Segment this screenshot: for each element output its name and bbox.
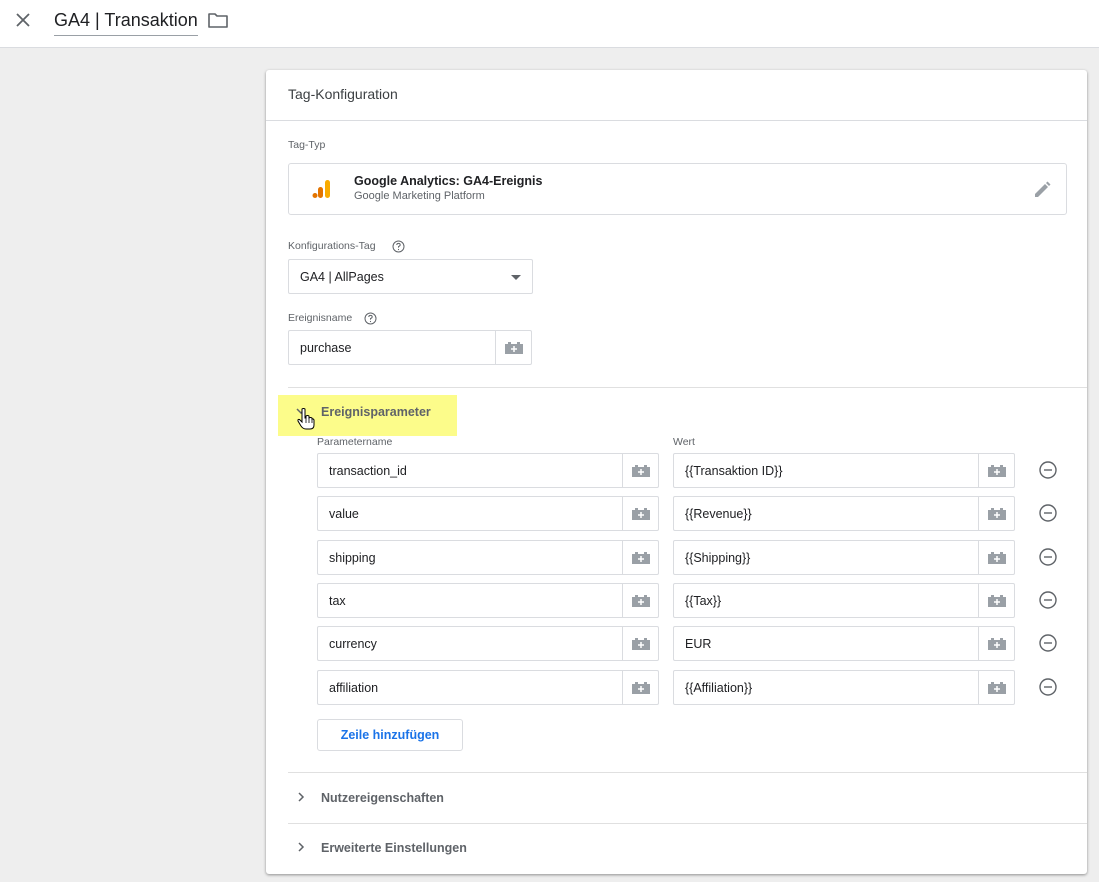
variable-picker-button[interactable]	[978, 671, 1014, 704]
minus-circle-icon[interactable]	[1038, 590, 1058, 610]
param-value-value: EUR	[685, 637, 712, 651]
chevron-right-icon	[298, 792, 305, 802]
param-name-input[interactable]: transaction_id	[317, 453, 659, 488]
param-name-input[interactable]: affiliation	[317, 670, 659, 705]
variable-picker-button[interactable]	[622, 671, 658, 704]
section-divider	[288, 772, 1087, 773]
param-name-input[interactable]: value	[317, 496, 659, 531]
variable-brick-icon	[631, 551, 650, 564]
variable-picker-button[interactable]	[978, 541, 1014, 574]
variable-picker-button[interactable]	[495, 331, 531, 364]
minus-circle-icon[interactable]	[1038, 677, 1058, 697]
advanced-settings-label: Erweiterte Einstellungen	[321, 841, 467, 855]
variable-brick-icon	[987, 637, 1006, 650]
chevron-right-icon	[298, 842, 305, 852]
user-properties-label: Nutzereigenschaften	[321, 791, 444, 805]
event-name-label: Ereignisname	[288, 312, 353, 324]
param-name-value: shipping	[329, 551, 376, 565]
variable-brick-icon	[631, 464, 650, 477]
minus-circle-icon[interactable]	[1038, 460, 1058, 480]
variable-brick-icon	[987, 681, 1006, 694]
param-name-input[interactable]: currency	[317, 626, 659, 661]
tag-type-subtitle: Google Marketing Platform	[354, 190, 485, 202]
config-tag-value: GA4 | AllPages	[300, 270, 384, 284]
section-divider	[288, 823, 1087, 824]
config-tag-label: Konfigurations-Tag	[288, 240, 376, 252]
config-tag-select[interactable]: GA4 | AllPages	[288, 259, 533, 294]
help-circle-icon[interactable]	[392, 240, 405, 253]
hand-pointer-icon	[297, 408, 315, 430]
card-title: Tag-Konfiguration	[288, 86, 398, 102]
tag-type-name: Google Analytics: GA4-Ereignis	[354, 174, 543, 188]
tag-type-label: Tag-Typ	[288, 139, 326, 151]
variable-picker-button[interactable]	[622, 627, 658, 660]
param-name-input[interactable]: tax	[317, 583, 659, 618]
event-name-input[interactable]: purchase	[288, 330, 532, 365]
param-value-input[interactable]: {{Affiliation}}	[673, 670, 1015, 705]
tag-configuration-card: Tag-Konfiguration Tag-Typ Google Analyti…	[266, 70, 1087, 874]
param-name-input[interactable]: shipping	[317, 540, 659, 575]
variable-picker-button[interactable]	[978, 627, 1014, 660]
variable-picker-button[interactable]	[978, 497, 1014, 530]
variable-picker-button[interactable]	[622, 541, 658, 574]
variable-brick-icon	[631, 637, 650, 650]
param-value-value: {{Tax}}	[685, 594, 722, 608]
variable-picker-button[interactable]	[622, 497, 658, 530]
tag-type-selector[interactable]: Google Analytics: GA4-Ereignis Google Ma…	[288, 163, 1067, 215]
minus-circle-icon[interactable]	[1038, 547, 1058, 567]
param-name-value: value	[329, 507, 359, 521]
param-value-input[interactable]: {{Tax}}	[673, 583, 1015, 618]
param-value-input[interactable]: EUR	[673, 626, 1015, 661]
param-value-value: {{Revenue}}	[685, 507, 752, 521]
pencil-icon[interactable]	[1032, 180, 1052, 200]
col-value-label: Wert	[673, 436, 695, 448]
variable-picker-button[interactable]	[622, 584, 658, 617]
event-params-label: Ereignisparameter	[321, 405, 431, 419]
card-header: Tag-Konfiguration	[266, 70, 1087, 121]
close-icon[interactable]	[12, 9, 34, 31]
variable-brick-icon	[987, 594, 1006, 607]
variable-brick-icon	[987, 551, 1006, 564]
variable-picker-button[interactable]	[622, 454, 658, 487]
param-value-value: {{Shipping}}	[685, 551, 751, 565]
variable-brick-icon	[631, 507, 650, 520]
variable-brick-icon	[987, 507, 1006, 520]
help-circle-icon[interactable]	[364, 312, 377, 325]
variable-picker-button[interactable]	[978, 454, 1014, 487]
param-value-input[interactable]: {{Transaktion ID}}	[673, 453, 1015, 488]
param-value-value: {{Affiliation}}	[685, 681, 753, 695]
param-value-input[interactable]: {{Shipping}}	[673, 540, 1015, 575]
param-value-value: {{Transaktion ID}}	[685, 464, 783, 478]
variable-brick-icon	[631, 681, 650, 694]
event-name-value: purchase	[300, 341, 352, 355]
param-name-value: currency	[329, 637, 377, 651]
section-divider	[288, 387, 1087, 388]
folder-icon[interactable]	[207, 10, 229, 30]
variable-brick-icon	[987, 464, 1006, 477]
col-param-name-label: Parametername	[317, 436, 393, 448]
dropdown-arrow-icon	[511, 275, 521, 280]
minus-circle-icon[interactable]	[1038, 503, 1058, 523]
minus-circle-icon[interactable]	[1038, 633, 1058, 653]
top-bar: GA4 | Transaktion	[0, 0, 1099, 48]
param-name-value: transaction_id	[329, 464, 407, 478]
param-name-value: tax	[329, 594, 346, 608]
variable-brick-icon	[504, 341, 523, 354]
analytics-bars-icon	[312, 180, 330, 198]
add-row-button[interactable]: Zeile hinzufügen	[317, 719, 463, 751]
param-value-input[interactable]: {{Revenue}}	[673, 496, 1015, 531]
variable-picker-button[interactable]	[978, 584, 1014, 617]
param-name-value: affiliation	[329, 681, 379, 695]
tag-title-input[interactable]: GA4 | Transaktion	[54, 9, 198, 36]
variable-brick-icon	[631, 594, 650, 607]
